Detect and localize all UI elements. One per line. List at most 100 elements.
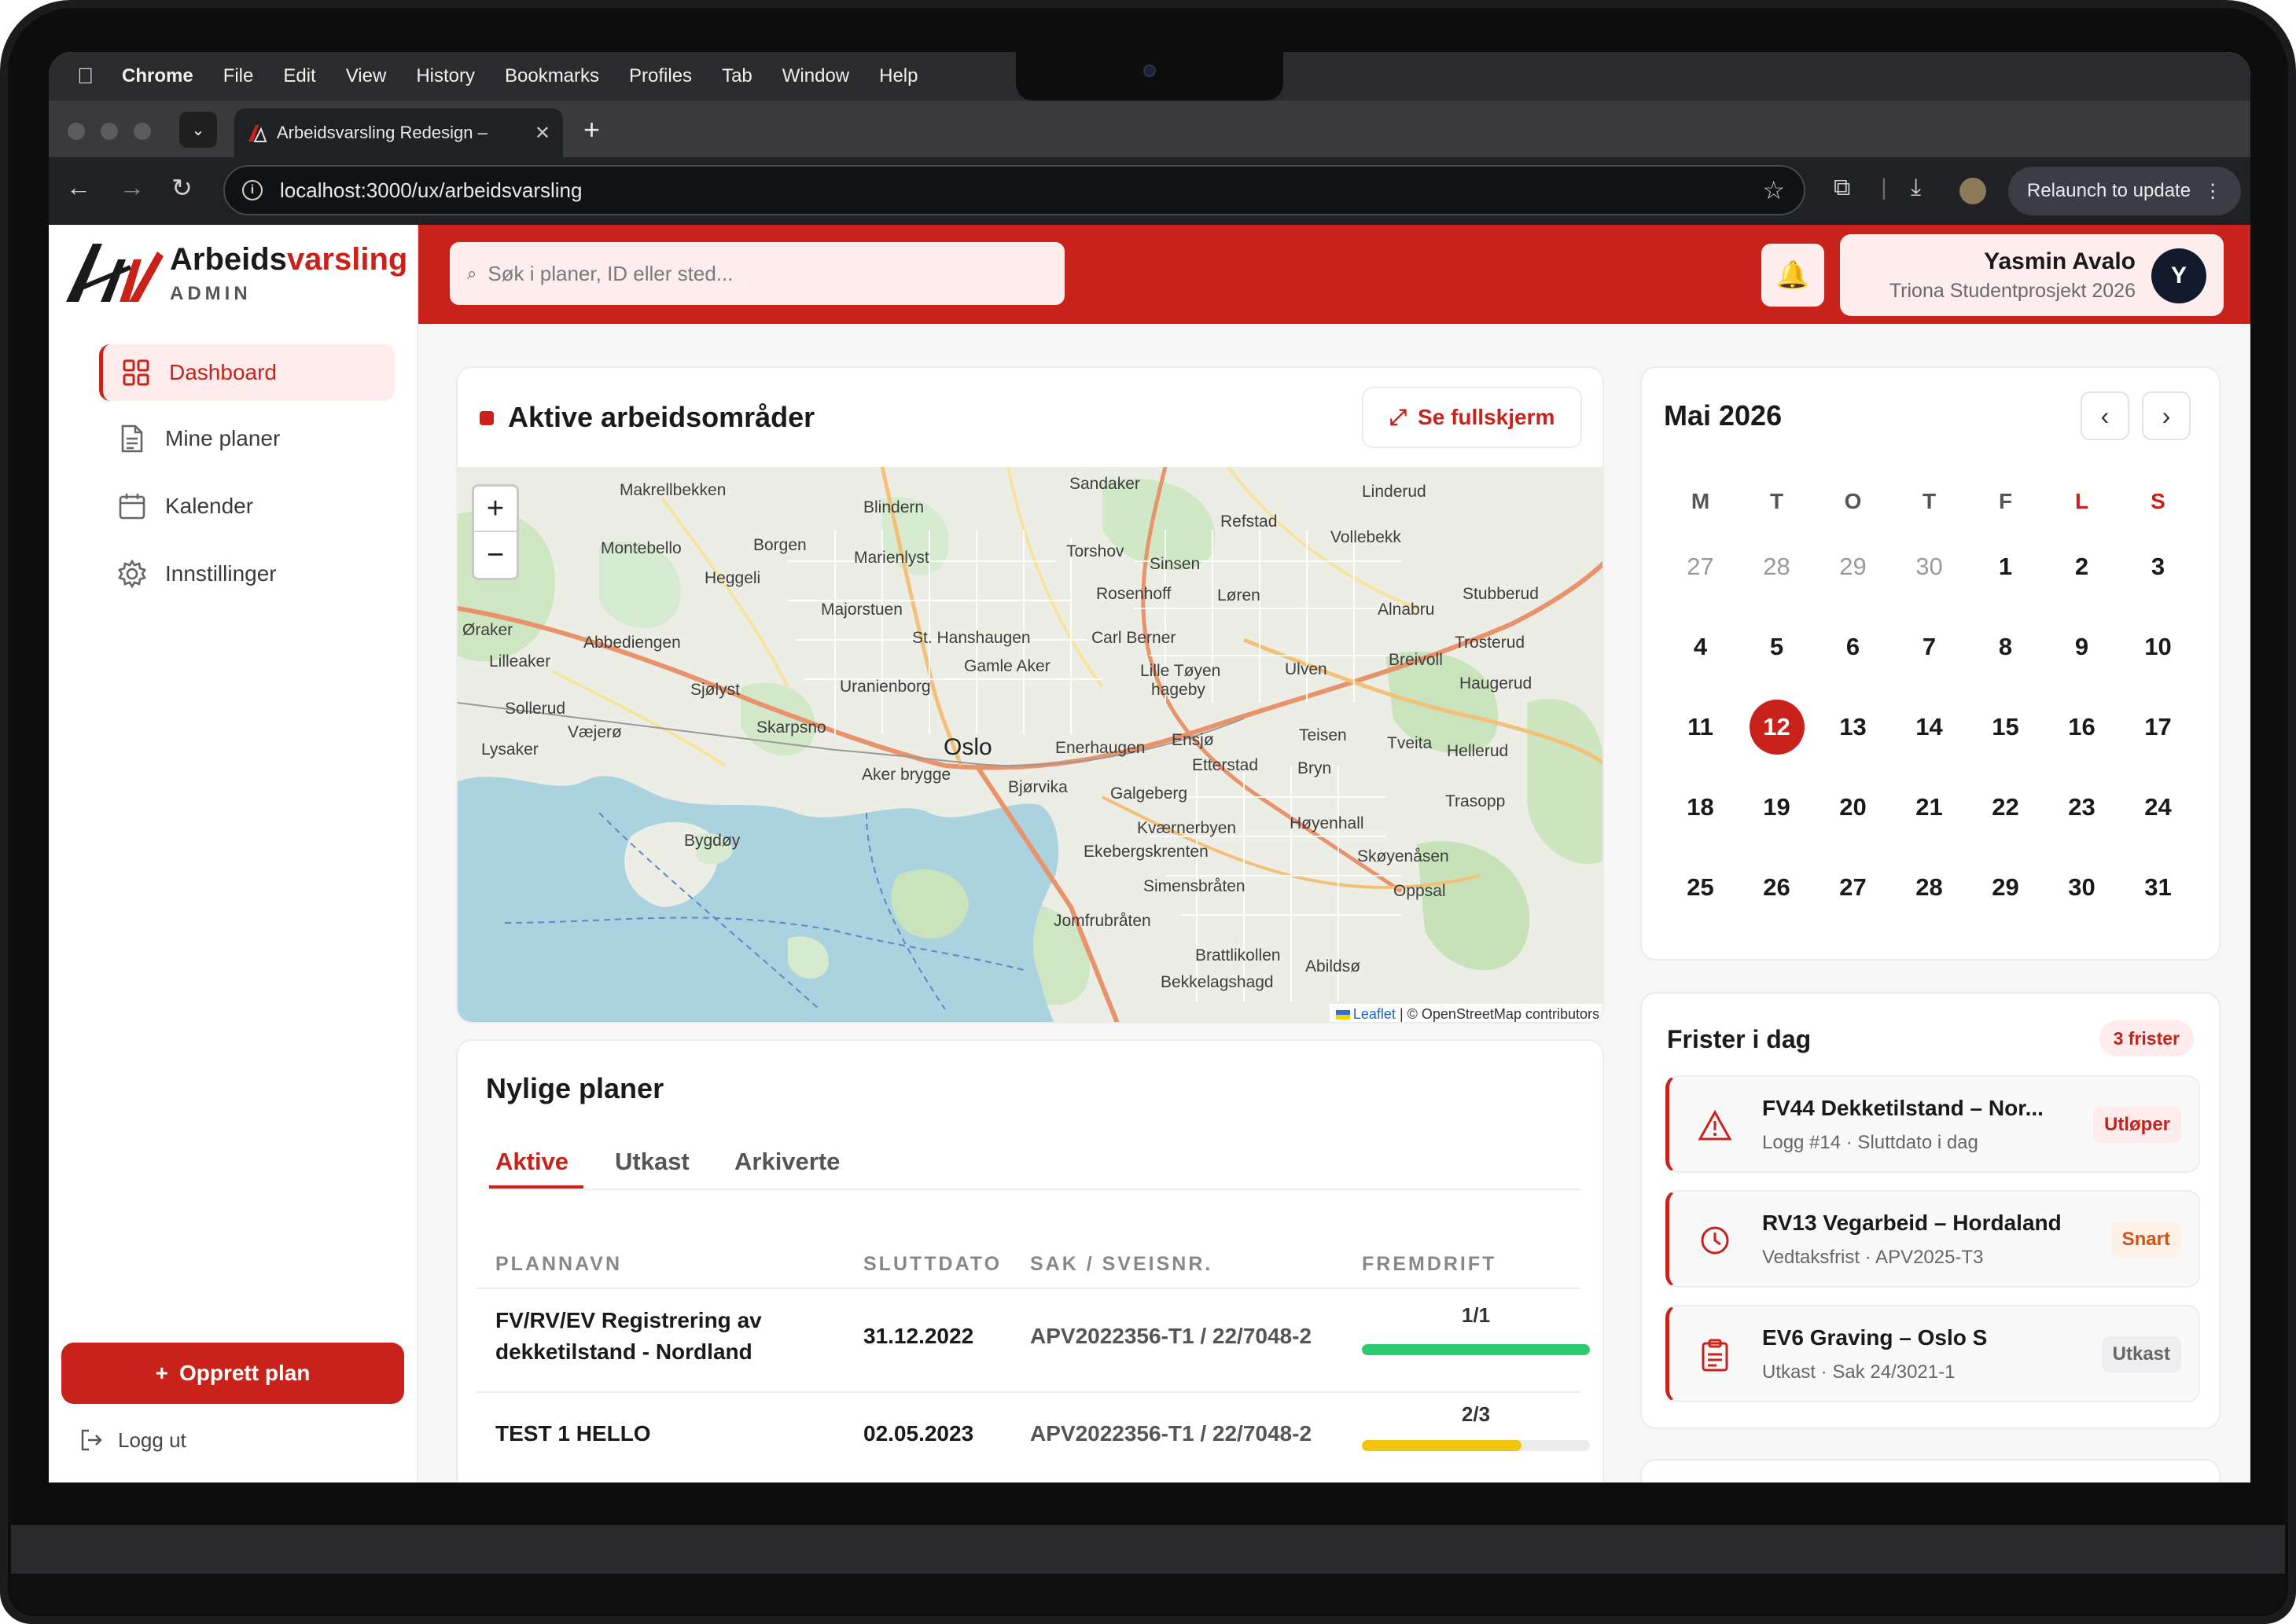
menu-file[interactable]: File	[223, 65, 254, 87]
avatar[interactable]: Y	[2151, 248, 2206, 303]
window-close-icon[interactable]	[68, 123, 85, 140]
column-header-sak[interactable]: SAK / SVEISNR.	[1030, 1253, 1212, 1276]
calendar-day[interactable]: 8	[1967, 619, 2044, 674]
reload-icon[interactable]: ↻	[171, 173, 193, 203]
calendar-day[interactable]: 29	[1815, 539, 1891, 594]
logout-link[interactable]: Logg ut	[79, 1427, 186, 1453]
column-header-sluttdato[interactable]: SLUTTDATO	[863, 1253, 1002, 1276]
menu-history[interactable]: History	[416, 65, 475, 87]
calendar-day[interactable]: 29	[1967, 860, 2044, 915]
menu-edit[interactable]: Edit	[283, 65, 315, 87]
calendar-day[interactable]: 5	[1739, 619, 1815, 674]
calendar-day[interactable]: 26	[1739, 860, 1815, 915]
calendar-day[interactable]: 21	[1891, 780, 1967, 835]
menu-profiles[interactable]: Profiles	[629, 65, 692, 87]
calendar-day[interactable]: 22	[1967, 780, 2044, 835]
sidebar-item-innstillinger[interactable]: Innstillinger	[99, 546, 395, 602]
menu-window[interactable]: Window	[782, 65, 849, 87]
tab-title: Arbeidsvarsling Redesign –	[277, 123, 488, 142]
grid-icon	[120, 357, 152, 388]
calendar-day-today[interactable]: 12	[1739, 700, 1815, 755]
site-info-icon[interactable]: i	[242, 180, 263, 200]
calendar-day[interactable]: 13	[1815, 700, 1891, 755]
column-header-fremdrift[interactable]: FREMDRIFT	[1362, 1253, 1496, 1276]
user-menu[interactable]: Yasmin Avalo Triona Studentprosjekt 2026…	[1840, 234, 2224, 316]
tab-aktive[interactable]: Aktive	[495, 1148, 568, 1176]
calendar-day[interactable]: 18	[1662, 780, 1739, 835]
download-icon[interactable]: ⤓	[1911, 175, 1921, 201]
map-label: Sandaker	[1069, 475, 1140, 493]
calendar-day[interactable]: 30	[2044, 860, 2120, 915]
calendar-day[interactable]: 2	[2044, 539, 2120, 594]
calendar-day[interactable]: 15	[1967, 700, 2044, 755]
calendar-day[interactable]: 20	[1815, 780, 1891, 835]
zoom-in-button[interactable]: +	[474, 487, 517, 532]
calendar-day[interactable]: 10	[2120, 619, 2196, 674]
calendar-day[interactable]: 9	[2044, 619, 2120, 674]
warning-icon	[1693, 1104, 1737, 1148]
notification-bell-icon[interactable]: 🔔	[1761, 244, 1824, 307]
map-label: Abildsø	[1305, 957, 1361, 976]
osm-attribution[interactable]: | © OpenStreetMap contributors	[1396, 1006, 1599, 1022]
calendar-day[interactable]: 6	[1815, 619, 1891, 674]
fullscreen-button[interactable]: ⤢ Se fullskjerm	[1362, 387, 1582, 448]
map-label: Torshov	[1066, 542, 1124, 560]
deadline-item[interactable]: FV44 Dekketilstand – Nor... Logg #14 · S…	[1665, 1075, 2200, 1173]
calendar-day[interactable]: 28	[1739, 539, 1815, 594]
menu-tab[interactable]: Tab	[722, 65, 752, 87]
tab-utkast[interactable]: Utkast	[615, 1148, 690, 1176]
window-maximize-icon[interactable]	[134, 123, 151, 140]
calendar-prev-button[interactable]: ‹	[2081, 391, 2129, 440]
tab-search-chevron-icon[interactable]: ⌄	[179, 112, 217, 148]
calendar-day[interactable]: 27	[1815, 860, 1891, 915]
calendar-day[interactable]: 11	[1662, 700, 1739, 755]
menu-help[interactable]: Help	[879, 65, 918, 87]
profile-avatar-icon[interactable]	[1959, 178, 1986, 204]
apple-icon[interactable]: 	[77, 64, 94, 89]
sidebar-item-mine-planer[interactable]: Mine planer	[99, 410, 395, 467]
calendar-next-button[interactable]: ›	[2142, 391, 2191, 440]
calendar-day[interactable]: 14	[1891, 700, 1967, 755]
menu-app-name[interactable]: Chrome	[122, 65, 193, 87]
deadline-item[interactable]: RV13 Vegarbeid – Hordaland Vedtaksfrist …	[1665, 1190, 2200, 1288]
calendar-day[interactable]: 7	[1891, 619, 1967, 674]
more-vert-icon[interactable]: ⋮	[2203, 180, 2222, 203]
deadline-item[interactable]: EV6 Graving – Oslo S Utkast · Sak 24/302…	[1665, 1305, 2200, 1402]
tab-close-icon[interactable]: ✕	[535, 122, 550, 145]
address-url[interactable]: localhost:3000/ux/arbeidsvarsling	[280, 178, 1762, 203]
zoom-out-button[interactable]: −	[474, 532, 517, 578]
browser-tab[interactable]: Arbeidsvarsling Redesign – ✕	[234, 108, 563, 157]
create-plan-button[interactable]: + Opprett plan	[61, 1343, 404, 1404]
extensions-icon[interactable]: ⧉	[1834, 175, 1850, 201]
calendar-day[interactable]: 19	[1739, 780, 1815, 835]
sidebar-item-kalender[interactable]: Kalender	[99, 478, 395, 535]
search-input[interactable]: ⌕ Søk i planer, ID eller sted...	[450, 242, 1065, 305]
calendar-day-number: 17	[2144, 713, 2172, 740]
calendar-day[interactable]: 23	[2044, 780, 2120, 835]
calendar-day[interactable]: 17	[2120, 700, 2196, 755]
calendar-day[interactable]: 25	[1662, 860, 1739, 915]
calendar-day[interactable]: 3	[2120, 539, 2196, 594]
relaunch-button[interactable]: Relaunch to update ⋮	[2008, 167, 2241, 215]
calendar-day[interactable]: 16	[2044, 700, 2120, 755]
calendar-day[interactable]: 4	[1662, 619, 1739, 674]
menu-view[interactable]: View	[346, 65, 387, 87]
map-view[interactable]: Makrellbekken Blindern Sandaker Linderud…	[458, 467, 1602, 1022]
calendar-day[interactable]: 1	[1967, 539, 2044, 594]
calendar-day[interactable]: 31	[2120, 860, 2196, 915]
sidebar-item-dashboard[interactable]: Dashboard	[99, 344, 395, 401]
back-arrow-icon[interactable]: ←	[66, 173, 91, 202]
forward-arrow-icon[interactable]: →	[120, 173, 145, 202]
calendar-day[interactable]: 30	[1891, 539, 1967, 594]
tab-arkiverte[interactable]: Arkiverte	[734, 1148, 840, 1176]
calendar-day[interactable]: 24	[2120, 780, 2196, 835]
calendar-day[interactable]: 27	[1662, 539, 1739, 594]
menu-bookmarks[interactable]: Bookmarks	[505, 65, 599, 87]
bookmark-star-icon[interactable]: ☆	[1762, 175, 1785, 205]
leaflet-link[interactable]: Leaflet	[1353, 1006, 1396, 1022]
address-bar[interactable]: i localhost:3000/ux/arbeidsvarsling ☆	[223, 165, 1805, 215]
calendar-day[interactable]: 28	[1891, 860, 1967, 915]
column-header-plannavn[interactable]: PLANNAVN	[495, 1253, 622, 1276]
window-minimize-icon[interactable]	[101, 123, 118, 140]
new-tab-plus-icon[interactable]: +	[583, 113, 600, 146]
